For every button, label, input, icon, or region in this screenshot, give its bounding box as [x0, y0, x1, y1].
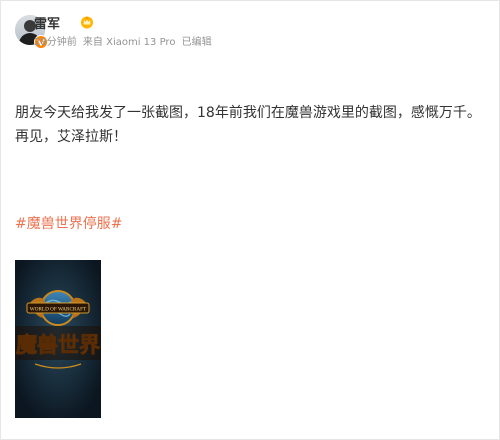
logo-small-text: WORLD OF WARCRAFT	[30, 307, 87, 313]
username[interactable]: 雷军	[34, 13, 60, 32]
post-image[interactable]: WORLD OF WARCRAFT 魔兽世界	[15, 260, 101, 418]
post-edited-label[interactable]: 已编辑	[182, 37, 212, 48]
post-source: 来自 Xiaomi 13 Pro	[82, 37, 176, 48]
warcraft-logo-image: WORLD OF WARCRAFT 魔兽世界	[15, 260, 101, 418]
post-meta: 28分钟前 来自 Xiaomi 13 Pro 已编辑	[34, 33, 215, 48]
hashtag-link[interactable]: #魔兽世界停服#	[15, 213, 122, 233]
post-text: 朋友今天给我发了一张截图，18年前我们在魔兽游戏里的截图，感慨万千。再见，艾泽拉…	[15, 105, 481, 145]
post-time[interactable]: 28分钟前	[34, 37, 77, 48]
crown-icon[interactable]	[80, 15, 94, 29]
logo-title-text: 魔兽世界	[16, 332, 100, 357]
